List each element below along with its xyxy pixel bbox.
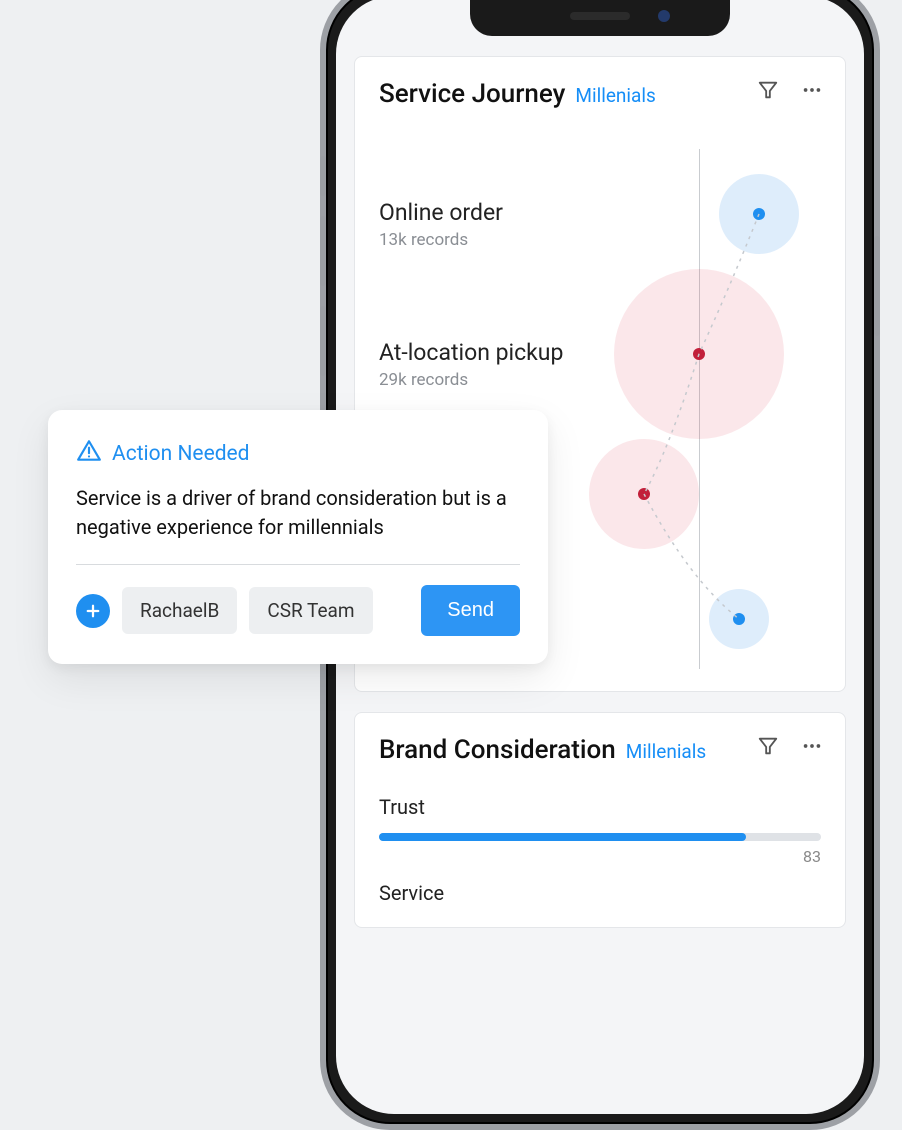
journey-bubble-positive[interactable] (709, 589, 769, 649)
card-title: Service Journey (379, 79, 565, 109)
card-header: Brand Consideration Millenials (379, 735, 821, 765)
metric-row: Trust 83 (379, 795, 821, 841)
filter-icon[interactable] (757, 79, 779, 105)
popup-header: Action Needed (76, 438, 520, 470)
recipient-chip[interactable]: CSR Team (249, 587, 372, 634)
filter-icon[interactable] (757, 735, 779, 761)
card-title: Brand Consideration (379, 735, 616, 765)
warning-icon (76, 438, 102, 470)
action-needed-popup: Action Needed Service is a driver of bra… (48, 410, 548, 664)
recipient-chip[interactable]: RachaelB (122, 587, 237, 634)
brand-consideration-card: Brand Consideration Millenials Trust (354, 712, 846, 928)
phone-side-button (320, 216, 326, 286)
popup-footer: RachaelB CSR Team Send (76, 585, 520, 636)
popup-message: Service is a driver of brand considerati… (76, 484, 520, 542)
metric-value: 83 (803, 847, 821, 866)
card-header: Service Journey Millenials (379, 79, 821, 109)
journey-bubble-negative[interactable] (614, 269, 784, 439)
more-icon[interactable] (799, 79, 825, 105)
metric-name: Trust (379, 795, 821, 819)
card-segment[interactable]: Millenials (626, 740, 706, 763)
journey-item[interactable]: At-location pickup 29k records (379, 339, 563, 390)
journey-bubble-negative[interactable] (589, 439, 699, 549)
divider (76, 564, 520, 565)
phone-side-button (320, 306, 326, 376)
journey-item-records: 13k records (379, 230, 503, 250)
add-recipient-button[interactable] (76, 594, 110, 628)
popup-title: Action Needed (112, 442, 250, 466)
metric-bar-fill (379, 833, 746, 841)
send-button[interactable]: Send (421, 585, 520, 636)
metric-name: Service (379, 881, 821, 905)
metric-row: Service (379, 881, 821, 905)
card-segment[interactable]: Millenials (575, 84, 655, 107)
journey-item-title: At-location pickup (379, 339, 563, 366)
more-icon[interactable] (799, 735, 825, 761)
phone-side-button (320, 156, 326, 196)
journey-bubble-positive[interactable] (719, 174, 799, 254)
journey-item-title: Online order (379, 199, 503, 226)
metric-bar: 83 (379, 833, 821, 841)
journey-item-records: 29k records (379, 370, 563, 390)
journey-item[interactable]: Online order 13k records (379, 199, 503, 250)
phone-notch (470, 0, 730, 36)
phone-side-button (874, 236, 880, 336)
